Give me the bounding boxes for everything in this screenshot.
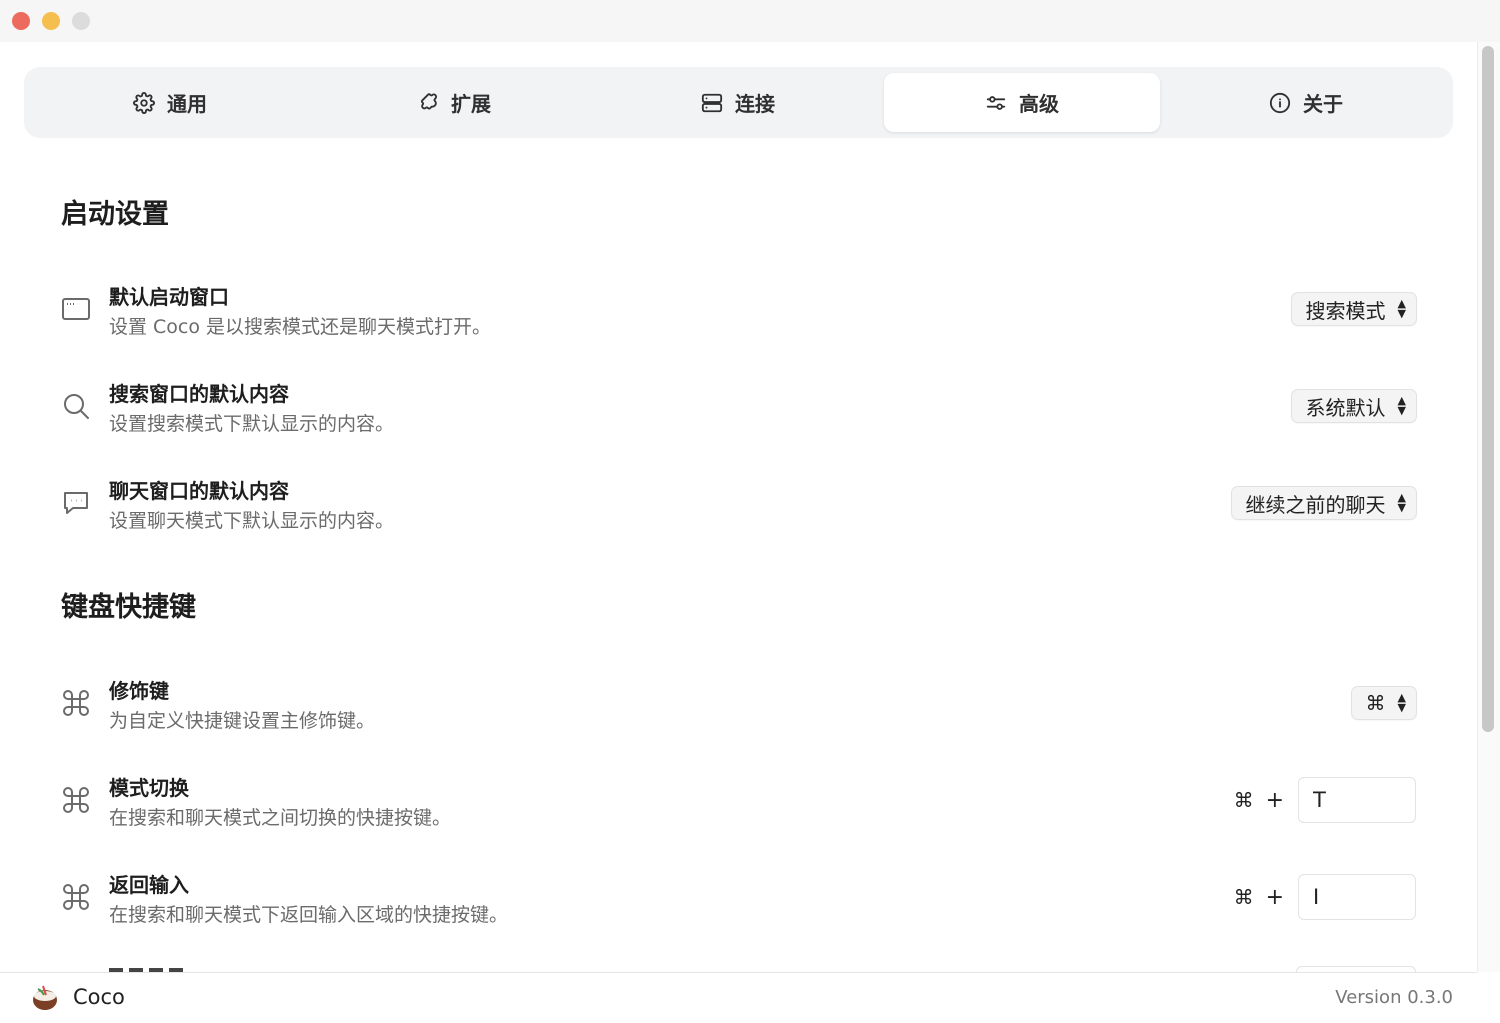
mode-switch-key-input[interactable] [1298, 777, 1416, 823]
select-arrows-icon: ▲ ▼ [1397, 491, 1406, 514]
minimize-window-button[interactable] [42, 12, 60, 30]
modifier-symbol: ⌘ [1233, 788, 1254, 812]
startup-section-title: 启动设置 [61, 199, 169, 230]
tab-connections[interactable]: 连接 [600, 73, 876, 132]
tab-label: 通用 [167, 92, 207, 116]
command-icon [61, 785, 91, 815]
setting-description: 在搜索和聊天模式之间切换的快捷按键。 [109, 807, 452, 829]
search-icon [61, 391, 91, 421]
return-input-shortcut: ⌘ + [1234, 873, 1416, 921]
settings-tab-bar: 通用 扩展 连接 高级 关于 [24, 67, 1453, 138]
info-icon [1269, 92, 1291, 114]
setting-title: 返回输入 [109, 873, 189, 897]
title-bar [0, 0, 1500, 42]
tab-label: 连接 [735, 92, 775, 116]
gear-icon [133, 91, 155, 114]
setting-title: 模式切换 [109, 776, 189, 800]
clipped-setting-title [109, 962, 199, 972]
tab-advanced[interactable]: 高级 [884, 73, 1160, 132]
tab-label: 关于 [1303, 92, 1343, 116]
window-icon [61, 294, 91, 324]
puzzle-icon [417, 92, 439, 114]
tab-label: 扩展 [451, 92, 491, 116]
select-value: 继续之前的聊天 [1245, 492, 1386, 517]
command-icon [61, 882, 91, 912]
tab-label: 高级 [1019, 92, 1059, 116]
server-icon [701, 92, 723, 114]
setting-title: 默认启动窗口 [109, 285, 229, 309]
coco-logo-icon [30, 983, 60, 1013]
select-value: 系统默认 [1305, 395, 1386, 420]
search-default-content-select[interactable]: 系统默认 ▲ ▼ [1291, 390, 1416, 422]
plus-symbol: + [1265, 787, 1284, 813]
app-name: Coco [73, 985, 125, 1009]
tab-about[interactable]: 关于 [1168, 73, 1444, 132]
modifier-symbol: ⌘ [1233, 885, 1254, 909]
command-icon [61, 688, 91, 718]
chat-icon [61, 488, 91, 518]
shortcuts-section-title: 键盘快捷键 [61, 592, 196, 623]
maximize-window-button[interactable] [72, 12, 90, 30]
chat-default-content-select[interactable]: 继续之前的聊天 ▲ ▼ [1231, 487, 1416, 519]
select-value: 搜索模式 [1305, 298, 1386, 323]
version-label: Version 0.3.0 [1335, 987, 1453, 1008]
setting-description: 在搜索和聊天模式下返回输入区域的快捷按键。 [109, 904, 509, 926]
select-arrows-icon: ▲ ▼ [1397, 297, 1406, 320]
setting-title: 修饰键 [109, 679, 169, 703]
select-arrows-icon: ▲ ▼ [1397, 691, 1406, 714]
footer: Coco Version 0.3.0 [0, 972, 1477, 1023]
return-input-key-input[interactable] [1298, 874, 1416, 920]
modifier-key-select[interactable]: ⌘ ▲ ▼ [1351, 687, 1416, 719]
setting-description: 设置聊天模式下默认显示的内容。 [109, 510, 395, 532]
default-window-select[interactable]: 搜索模式 ▲ ▼ [1291, 293, 1416, 325]
plus-symbol: + [1265, 884, 1284, 910]
setting-description: 设置搜索模式下默认显示的内容。 [109, 413, 395, 435]
tab-general[interactable]: 通用 [32, 73, 308, 132]
setting-description: 设置 Coco 是以搜索模式还是聊天模式打开。 [109, 316, 492, 338]
scrollbar-thumb[interactable] [1482, 46, 1494, 732]
tab-extensions[interactable]: 扩展 [316, 73, 592, 132]
setting-title: 搜索窗口的默认内容 [109, 382, 289, 406]
setting-description: 为自定义快捷键设置主修饰键。 [109, 710, 376, 732]
setting-title: 聊天窗口的默认内容 [109, 479, 289, 503]
select-value: ⌘ [1365, 691, 1386, 715]
sliders-icon [985, 92, 1007, 114]
close-window-button[interactable] [12, 12, 30, 30]
select-arrows-icon: ▲ ▼ [1397, 394, 1406, 417]
mode-switch-shortcut: ⌘ + [1234, 776, 1416, 824]
